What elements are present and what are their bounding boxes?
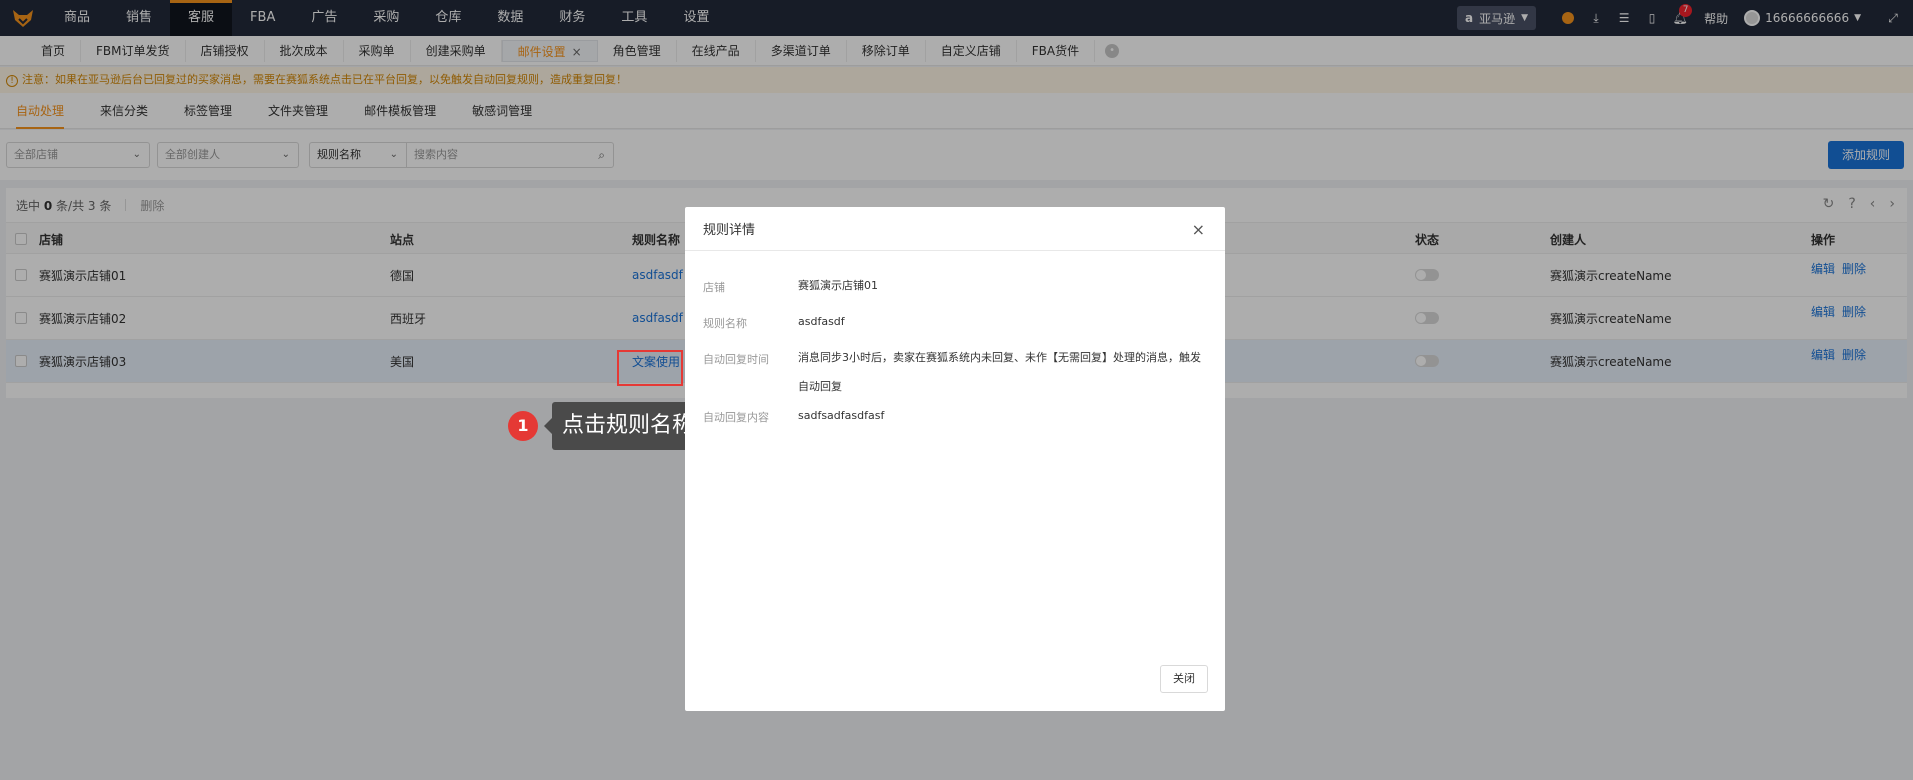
rule-name-value: asdfasdf — [798, 315, 845, 328]
store-label: 店铺 — [703, 281, 725, 294]
modal-title: 规则详情 — [703, 223, 756, 238]
close-button[interactable]: 关闭 — [1160, 665, 1208, 693]
reply-time-value: 消息同步3小时后，卖家在赛狐系统内未回复、未作【无需回复】处理的消息，触发自动回… — [798, 351, 1201, 393]
reply-content-value: sadfsadfasdfasf — [798, 409, 885, 422]
modal-header: 规则详情 × — [685, 207, 1225, 251]
store-value: 赛狐演示店铺01 — [798, 279, 878, 292]
reply-content-label: 自动回复内容 — [703, 411, 769, 424]
rule-detail-modal: 规则详情 × 店铺 赛狐演示店铺01 规则名称 asdfasdf 自动回复时间 … — [685, 207, 1225, 711]
tip-arrow — [544, 418, 552, 434]
step-number: 1 — [508, 411, 538, 441]
reply-time-label: 自动回复时间 — [703, 353, 769, 366]
highlight-box — [617, 350, 683, 386]
tutorial-callout: 1 点击规则名称 — [508, 402, 709, 450]
close-icon[interactable]: × — [1192, 220, 1205, 239]
rule-name-label: 规则名称 — [703, 317, 747, 330]
